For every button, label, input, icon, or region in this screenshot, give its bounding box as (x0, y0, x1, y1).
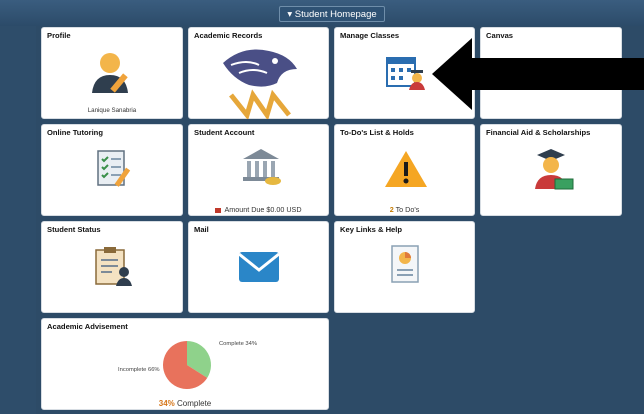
top-banner: ▾ Student Homepage (0, 0, 644, 26)
tile-key-links-help[interactable]: Key Links & Help (334, 221, 475, 313)
clipboard-user-icon (95, 247, 132, 286)
tile-profile[interactable]: Profile Lanique Sanabria (41, 27, 183, 119)
pie-label-complete: Complete 34% (219, 341, 257, 347)
pointer-arrow-shaft (471, 58, 644, 90)
complete-percent: 34% (158, 399, 175, 408)
pointer-arrow-head (432, 38, 472, 110)
amount-due-text: Amount Due $0.00 USD (224, 205, 302, 214)
advisement-pie-chart: Complete 34% Incomplete 66% (118, 341, 257, 389)
tile-student-account[interactable]: Student Account Amount Due $0.00 USD (188, 124, 329, 216)
document-checklist-icon (97, 150, 131, 187)
tile-title: Online Tutoring (47, 128, 103, 137)
student-homepage-dropdown[interactable]: ▾ Student Homepage (279, 6, 385, 22)
calendar-student-icon (386, 57, 425, 90)
amount-due-row: Amount Due $0.00 USD (189, 205, 328, 214)
college-mascot-logo (223, 49, 297, 119)
tile-title: Academic Advisement (47, 322, 128, 331)
todo-count: 2 (389, 205, 394, 214)
document-report-icon (391, 245, 419, 283)
tile-title: To-Do's List & Holds (340, 128, 414, 137)
todo-count-row: 2 To Do's (335, 205, 474, 214)
tile-todo-holds[interactable]: To-Do's List & Holds 2 To Do's (334, 124, 475, 216)
tile-online-tutoring[interactable]: Online Tutoring (41, 124, 183, 216)
tile-student-status[interactable]: Student Status (41, 221, 183, 313)
tile-title: Profile (47, 31, 71, 40)
pie-label-incomplete: Incomplete 66% (118, 367, 160, 373)
tile-academic-advisement[interactable]: Academic Advisement Complete 34% Incomple… (41, 318, 329, 410)
tile-title: Student Status (47, 225, 101, 234)
tile-title: Key Links & Help (340, 225, 403, 234)
tile-financial-aid[interactable]: Financial Aid & Scholarships (480, 124, 622, 216)
complete-word: Complete (177, 399, 212, 408)
tile-title: Financial Aid & Scholarships (486, 128, 591, 137)
tile-mail[interactable]: Mail (188, 221, 329, 313)
tile-academic-records[interactable]: Academic Records (188, 27, 329, 119)
tile-title: Student Account (194, 128, 255, 137)
tile-title: Canvas (486, 31, 514, 40)
profile-name: Lanique Sanabria (87, 107, 137, 114)
todo-label: To Do's (395, 205, 420, 214)
advisement-summary: 34% Complete (42, 399, 328, 408)
tile-title: Mail (194, 225, 209, 234)
bank-icon (243, 149, 281, 185)
warning-icon (385, 151, 427, 187)
graduate-money-icon (535, 149, 574, 190)
tile-title: Manage Classes (340, 31, 400, 40)
alert-flag-icon (215, 207, 222, 213)
user-edit-icon (92, 53, 128, 93)
envelope-icon (238, 252, 280, 282)
